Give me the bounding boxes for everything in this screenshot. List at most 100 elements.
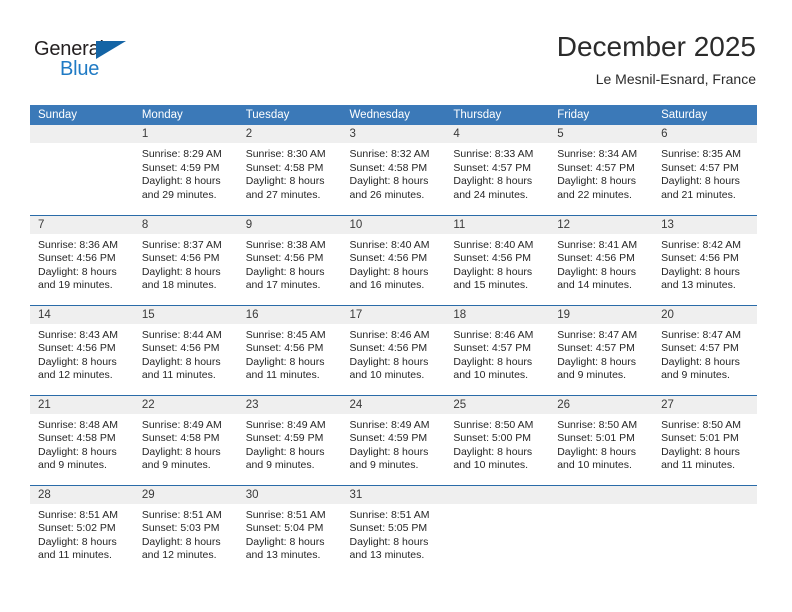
day-details: Sunrise: 8:51 AM Sunset: 5:02 PM Daylight:…	[30, 504, 134, 563]
day-number: 2	[237, 125, 342, 143]
daylight-text-line2: and 26 minutes.	[349, 188, 425, 201]
daylight-text-line2: and 29 minutes.	[141, 188, 217, 201]
day-number: 9	[237, 215, 342, 234]
sunrise-text: Sunrise: 8:40 AM	[453, 238, 534, 251]
calendar-day-cell[interactable]: 31 Sunrise: 8:51 AM Sunset: 5:05 PM Dayligh…	[341, 484, 446, 575]
calendar-day-cell[interactable]: 6 Sunrise: 8:35 AM Sunset: 4:57 PM Daylight…	[653, 125, 757, 215]
daylight-text-line2: and 21 minutes.	[661, 188, 736, 201]
calendar-day-cell[interactable]: 1 Sunrise: 8:29 AM Sunset: 4:59 PM Daylight…	[133, 125, 238, 215]
sunrise-text: Sunrise: 8:50 AM	[453, 418, 534, 431]
sunrise-text: Sunrise: 8:37 AM	[141, 238, 222, 251]
day-details: Sunrise: 8:34 AM Sunset: 4:57 PM Daylight:…	[549, 143, 653, 202]
calendar-day-cell[interactable]: 10 Sunrise: 8:40 AM Sunset: 4:56 PM Dayligh…	[341, 214, 446, 305]
daylight-text-line2: and 11 minutes.	[38, 549, 112, 561]
calendar-day-cell[interactable]: 19 Sunrise: 8:47 AM Sunset: 4:57 PM Dayligh…	[549, 304, 654, 395]
day-details: Sunrise: 8:50 AM Sunset: 5:01 PM Daylight:…	[653, 414, 757, 473]
weekday-header-thursday: Thursday	[445, 105, 550, 125]
calendar-day-cell[interactable]: 7 Sunrise: 8:36 AM Sunset: 4:56 PM Daylight…	[30, 214, 134, 305]
daylight-text-line2: and 22 minutes.	[557, 188, 632, 201]
sunset-text: Sunset: 4:59 PM	[141, 161, 220, 174]
sunset-text: Sunset: 4:56 PM	[245, 252, 324, 264]
sunrise-text: Sunrise: 8:51 AM	[245, 508, 326, 521]
daylight-text-line1: Daylight: 8 hours	[245, 265, 325, 278]
daylight-text-line1: Daylight: 8 hours	[245, 535, 325, 548]
calendar-day-cell[interactable]: 16 Sunrise: 8:45 AM Sunset: 4:56 PM Dayligh…	[237, 304, 342, 395]
sunrise-text: Sunrise: 8:40 AM	[349, 238, 430, 251]
daylight-text-line1: Daylight: 8 hours	[349, 445, 429, 458]
sunrise-text: Sunrise: 8:29 AM	[141, 148, 222, 160]
day-cell-inner: 5 Sunrise: 8:34 AM Sunset: 4:57 PM Daylight…	[549, 125, 654, 215]
calendar-day-cell[interactable]: 27 Sunrise: 8:50 AM Sunset: 5:01 PM Dayligh…	[653, 394, 757, 485]
calendar-day-cell[interactable]: 4 Sunrise: 8:33 AM Sunset: 4:57 PM Daylight…	[445, 125, 550, 215]
daylight-text-line2: and 15 minutes.	[453, 279, 529, 291]
day-cell-inner: 25 Sunrise: 8:50 AM Sunset: 5:00 PM Dayligh…	[445, 395, 550, 485]
day-cell-inner: 14 Sunrise: 8:43 AM Sunset: 4:56 PM Dayligh…	[30, 305, 134, 395]
calendar-empty-cell	[549, 484, 654, 576]
calendar-day-cell[interactable]: 8 Sunrise: 8:37 AM Sunset: 4:56 PM Daylight…	[133, 214, 238, 305]
calendar-day-cell[interactable]: 24 Sunrise: 8:49 AM Sunset: 4:59 PM Dayligh…	[341, 394, 446, 485]
daylight-text-line1: Daylight: 8 hours	[453, 355, 533, 368]
logo-text-blue: Blue	[60, 58, 100, 80]
calendar-day-cell[interactable]: 14 Sunrise: 8:43 AM Sunset: 4:56 PM Dayligh…	[30, 304, 134, 395]
sunrise-text: Sunrise: 8:46 AM	[453, 328, 534, 341]
daylight-text-line2: and 10 minutes.	[557, 459, 632, 471]
day-details: Sunrise: 8:32 AM Sunset: 4:58 PM Daylight:…	[342, 143, 446, 202]
calendar-day-cell[interactable]: 25 Sunrise: 8:50 AM Sunset: 5:00 PM Dayligh…	[445, 394, 550, 485]
day-cell-inner: 30 Sunrise: 8:51 AM Sunset: 5:04 PM Dayligh…	[237, 485, 342, 576]
weekday-header-friday: Friday	[549, 105, 654, 125]
sunrise-text: Sunrise: 8:50 AM	[557, 418, 638, 431]
sunrise-text: Sunrise: 8:48 AM	[38, 418, 118, 431]
sunset-text: Sunset: 5:00 PM	[453, 432, 532, 444]
day-cell-inner	[549, 485, 654, 576]
calendar-day-cell[interactable]: 28 Sunrise: 8:51 AM Sunset: 5:02 PM Dayligh…	[30, 484, 134, 575]
calendar-header-row: Sunday Monday Tuesday Wednesday Thursday…	[30, 105, 757, 125]
day-details: Sunrise: 8:47 AM Sunset: 4:57 PM Daylight:…	[653, 324, 757, 383]
day-details: Sunrise: 8:46 AM Sunset: 4:57 PM Daylight:…	[445, 324, 549, 383]
calendar-day-cell[interactable]: 2 Sunrise: 8:30 AM Sunset: 4:58 PM Daylight…	[237, 125, 342, 215]
daylight-text-line2: and 14 minutes.	[557, 279, 632, 291]
calendar-day-cell[interactable]: 23 Sunrise: 8:49 AM Sunset: 4:59 PM Dayligh…	[237, 394, 342, 485]
daylight-text-line2: and 19 minutes.	[38, 279, 113, 291]
calendar-week-row: 28 Sunrise: 8:51 AM Sunset: 5:02 PM Dayligh…	[30, 484, 757, 576]
calendar-day-cell[interactable]: 5 Sunrise: 8:34 AM Sunset: 4:57 PM Daylight…	[549, 125, 654, 215]
sunset-text: Sunset: 4:57 PM	[557, 161, 635, 174]
day-cell-inner: 9 Sunrise: 8:38 AM Sunset: 4:56 PM Daylight…	[237, 215, 342, 305]
calendar-day-cell[interactable]: 20 Sunrise: 8:47 AM Sunset: 4:57 PM Dayligh…	[653, 304, 757, 395]
day-cell-inner: 11 Sunrise: 8:40 AM Sunset: 4:56 PM Dayligh…	[445, 215, 550, 305]
day-number: 26	[549, 395, 654, 414]
weekday-header-wednesday: Wednesday	[341, 105, 446, 125]
sunset-text: Sunset: 4:57 PM	[661, 161, 739, 174]
day-number: 6	[653, 125, 757, 143]
general-blue-logo[interactable]: General Blue	[34, 38, 154, 82]
calendar-day-cell[interactable]: 9 Sunrise: 8:38 AM Sunset: 4:56 PM Daylight…	[237, 214, 342, 305]
calendar-day-cell[interactable]: 22 Sunrise: 8:49 AM Sunset: 4:58 PM Dayligh…	[133, 394, 238, 485]
calendar-day-cell[interactable]: 18 Sunrise: 8:46 AM Sunset: 4:57 PM Dayligh…	[445, 304, 550, 395]
daylight-text-line2: and 10 minutes.	[349, 369, 425, 381]
daylight-text-line2: and 24 minutes.	[453, 188, 529, 201]
day-number	[445, 485, 550, 504]
day-cell-inner: 22 Sunrise: 8:49 AM Sunset: 4:58 PM Dayligh…	[133, 395, 238, 485]
day-cell-inner: 16 Sunrise: 8:45 AM Sunset: 4:56 PM Dayligh…	[237, 305, 342, 395]
day-details: Sunrise: 8:45 AM Sunset: 4:56 PM Daylight:…	[238, 324, 342, 383]
calendar-day-cell[interactable]: 12 Sunrise: 8:41 AM Sunset: 4:56 PM Dayligh…	[549, 214, 654, 305]
sunrise-text: Sunrise: 8:30 AM	[245, 148, 326, 160]
sunrise-text: Sunrise: 8:34 AM	[557, 148, 638, 160]
calendar-day-cell[interactable]: 11 Sunrise: 8:40 AM Sunset: 4:56 PM Dayligh…	[445, 214, 550, 305]
sunset-text: Sunset: 4:59 PM	[245, 432, 324, 444]
calendar-day-cell[interactable]: 21 Sunrise: 8:48 AM Sunset: 4:58 PM Dayligh…	[30, 394, 134, 485]
day-number: 21	[30, 395, 134, 414]
day-number: 3	[341, 125, 446, 143]
day-number: 24	[341, 395, 446, 414]
calendar-day-cell[interactable]: 30 Sunrise: 8:51 AM Sunset: 5:04 PM Dayligh…	[237, 484, 342, 576]
calendar-day-cell[interactable]: 17 Sunrise: 8:46 AM Sunset: 4:56 PM Dayligh…	[341, 304, 446, 395]
day-number: 4	[445, 125, 550, 143]
day-cell-inner	[653, 485, 757, 576]
calendar-day-cell[interactable]: 3 Sunrise: 8:32 AM Sunset: 4:58 PM Daylight…	[341, 125, 446, 215]
calendar-day-cell[interactable]: 29 Sunrise: 8:51 AM Sunset: 5:03 PM Dayligh…	[133, 484, 238, 575]
calendar-day-cell[interactable]: 13 Sunrise: 8:42 AM Sunset: 4:56 PM Dayligh…	[653, 214, 757, 305]
daylight-text-line1: Daylight: 8 hours	[661, 445, 740, 458]
sunset-text: Sunset: 4:56 PM	[661, 252, 739, 264]
sunset-text: Sunset: 4:58 PM	[38, 432, 116, 444]
calendar-day-cell[interactable]: 15 Sunrise: 8:44 AM Sunset: 4:56 PM Dayligh…	[133, 304, 238, 395]
calendar-day-cell[interactable]: 26 Sunrise: 8:50 AM Sunset: 5:01 PM Dayligh…	[549, 394, 654, 485]
